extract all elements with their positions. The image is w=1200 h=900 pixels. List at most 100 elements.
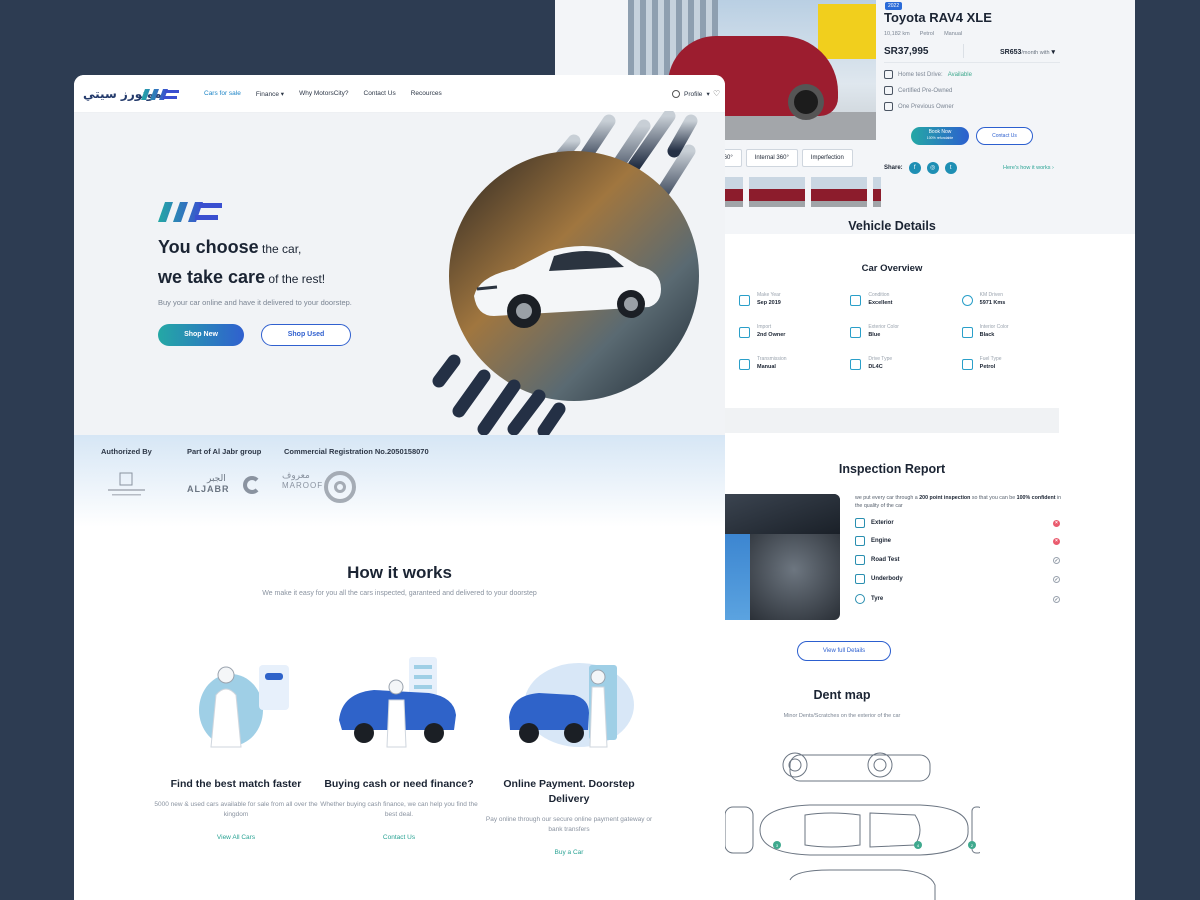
instagram-icon[interactable]: ◎ bbox=[926, 162, 939, 174]
nav-finance[interactable]: Finance ▾ bbox=[256, 90, 284, 98]
overview-value: DL4C bbox=[868, 364, 883, 370]
monthly-price-value: SR653 bbox=[1000, 49, 1022, 56]
tab-imperfection[interactable]: Imperfection bbox=[801, 149, 853, 167]
desc-bold: 100% confident bbox=[1016, 495, 1056, 501]
inspection-row-road-test[interactable]: Road Test ✓ bbox=[855, 555, 1060, 565]
contact-us-link[interactable]: Contact Us bbox=[383, 834, 415, 841]
overview-value: Blue bbox=[868, 332, 881, 338]
view-full-details-button[interactable]: View full Details bbox=[797, 641, 891, 661]
aljabr-logo: الجبر ALJABR bbox=[187, 474, 267, 504]
engine-photo bbox=[725, 494, 840, 620]
user-icon bbox=[672, 90, 680, 98]
contact-us-button[interactable]: Contact Us bbox=[976, 127, 1033, 145]
how-it-works-subtitle: We make it easy for you all the cars ins… bbox=[262, 590, 537, 597]
overview-value: 2nd Owner bbox=[757, 332, 786, 338]
nav-why-motorscity[interactable]: Why MotorsCity? bbox=[299, 90, 348, 98]
step-title: Find the best match faster bbox=[170, 778, 302, 790]
underbody-icon bbox=[855, 574, 865, 584]
shop-used-button[interactable]: Shop Used bbox=[261, 324, 351, 346]
book-now-button[interactable]: Book Now 100% refundable bbox=[911, 127, 969, 145]
commercial-registration-label: Commercial Registration No.2050158070 bbox=[284, 447, 429, 456]
view-all-cars-link[interactable]: View All Cars bbox=[217, 834, 255, 841]
headline-rest: of the rest! bbox=[265, 272, 326, 286]
thumbnail[interactable] bbox=[725, 177, 743, 207]
top-navbar: موتورز سيتي Cars for sale Finance ▾ Why … bbox=[74, 75, 725, 113]
overview-label: Drive Type bbox=[868, 356, 893, 362]
feature-label: Certified Pre-Owned bbox=[898, 87, 953, 94]
heart-icon[interactable]: ♡ bbox=[713, 89, 720, 98]
overview-label: Interior Color bbox=[979, 324, 1009, 330]
headline-rest: the car, bbox=[258, 242, 302, 256]
year-badge: 2022 bbox=[885, 2, 903, 10]
nav-finance-label: Finance bbox=[255, 91, 279, 98]
inspection-report-heading: Inspection Report bbox=[838, 462, 946, 476]
book-now-label: Book Now bbox=[928, 129, 952, 135]
inspection-row-exterior[interactable]: Exterior × bbox=[855, 518, 1060, 528]
feature-label: One Previous Owner bbox=[898, 103, 954, 110]
ministry-logo-icon bbox=[108, 472, 145, 496]
headline-bold: we take care bbox=[158, 267, 266, 287]
overview-item: Drive Type DL4C bbox=[836, 356, 947, 370]
overview-value: Sep 2019 bbox=[757, 300, 781, 306]
overview-value: 5971 Kms bbox=[979, 300, 1006, 306]
nav-contact-us[interactable]: Contact Us bbox=[364, 90, 396, 98]
divider bbox=[884, 62, 1060, 63]
drivetrain-icon bbox=[850, 359, 862, 370]
overview-value: Manual bbox=[757, 364, 776, 370]
how-it-works-link[interactable]: Here's how it works › bbox=[1003, 165, 1054, 171]
feature-owner: One Previous Owner bbox=[884, 102, 954, 111]
buy-a-car-link[interactable]: Buy a Car bbox=[555, 849, 584, 856]
inspection-row-underbody[interactable]: Underbody ✓ bbox=[855, 574, 1060, 584]
thumbnail[interactable] bbox=[811, 177, 867, 207]
nav-resources[interactable]: Recources bbox=[411, 90, 442, 98]
thumbnail[interactable] bbox=[749, 177, 805, 207]
step-title: Online Payment. Doorstep Delivery bbox=[503, 778, 635, 805]
part-of-label: Part of Al Jabr group bbox=[187, 447, 262, 456]
calendar-icon bbox=[739, 295, 750, 306]
transmission-spec: Manual bbox=[944, 31, 963, 37]
overview-label: Condition bbox=[868, 292, 890, 298]
badge-icon bbox=[884, 86, 893, 95]
car-title: Toyota RAV4 XLE bbox=[884, 10, 992, 25]
maroof-emblem-icon bbox=[324, 471, 356, 503]
feature-test-drive: Home test Drive: Available bbox=[884, 70, 972, 79]
brand-mark-icon bbox=[158, 202, 222, 222]
overview-item: Condition Excellent bbox=[836, 292, 947, 306]
overview-value: Black bbox=[979, 332, 995, 338]
twitter-icon[interactable]: t bbox=[944, 162, 957, 174]
facebook-icon[interactable]: f bbox=[908, 162, 921, 174]
fuel-icon bbox=[961, 359, 973, 370]
import-icon bbox=[739, 327, 750, 338]
tab-internal-360[interactable]: Internal 360° bbox=[745, 149, 798, 167]
share-row: Share: f ◎ t bbox=[884, 162, 957, 174]
inspection-row-engine[interactable]: Engine × bbox=[855, 536, 1060, 546]
shop-new-button[interactable]: Shop New bbox=[158, 324, 244, 346]
step-text: 5000 new & used cars available for sale … bbox=[154, 801, 318, 818]
overview-label: Make Year bbox=[757, 292, 781, 298]
step-text: Whether buying cash finance, we can help… bbox=[320, 801, 478, 818]
dent-map-subtitle: Minor Dents/Scratches on the exterior of… bbox=[783, 713, 901, 719]
car-overview-grid: Make Year Sep 2019 Condition Excellent KM … bbox=[725, 292, 1059, 370]
overview-label: Fuel Type bbox=[979, 356, 1002, 362]
overview-label: Transmission bbox=[757, 356, 787, 362]
motorscity-logo-icon[interactable] bbox=[141, 89, 179, 100]
headline-bold: You choose bbox=[158, 237, 259, 257]
aljabr-emblem-icon bbox=[243, 476, 261, 494]
nav-links: Cars for sale Finance ▾ Why MotorsCity? … bbox=[204, 90, 442, 98]
thumbnail[interactable] bbox=[873, 177, 881, 207]
tyre-icon bbox=[855, 594, 865, 604]
section-divider-band bbox=[725, 408, 1059, 433]
monthly-suffix: /month with bbox=[1021, 50, 1050, 56]
vehicle-details-heading: Vehicle Details bbox=[848, 219, 936, 233]
feature-certified: Certified Pre-Owned bbox=[884, 86, 952, 95]
nav-cars-for-sale[interactable]: Cars for sale bbox=[204, 90, 241, 98]
overview-value: Petrol bbox=[979, 364, 996, 370]
feature-value: Available bbox=[947, 71, 972, 78]
profile-menu[interactable]: Profile ▾ bbox=[672, 90, 710, 98]
monthly-price[interactable]: SR653/month with ▾ bbox=[1000, 48, 1055, 56]
inspection-row-tyre[interactable]: Tyre ✓ bbox=[855, 594, 1060, 604]
check-icon: ✓ bbox=[1053, 556, 1060, 564]
step-title: Buying cash or need finance? bbox=[324, 778, 474, 790]
finance-illustration bbox=[339, 657, 456, 748]
view-tabs: al 360° Internal 360° Imperfection bbox=[705, 149, 853, 167]
